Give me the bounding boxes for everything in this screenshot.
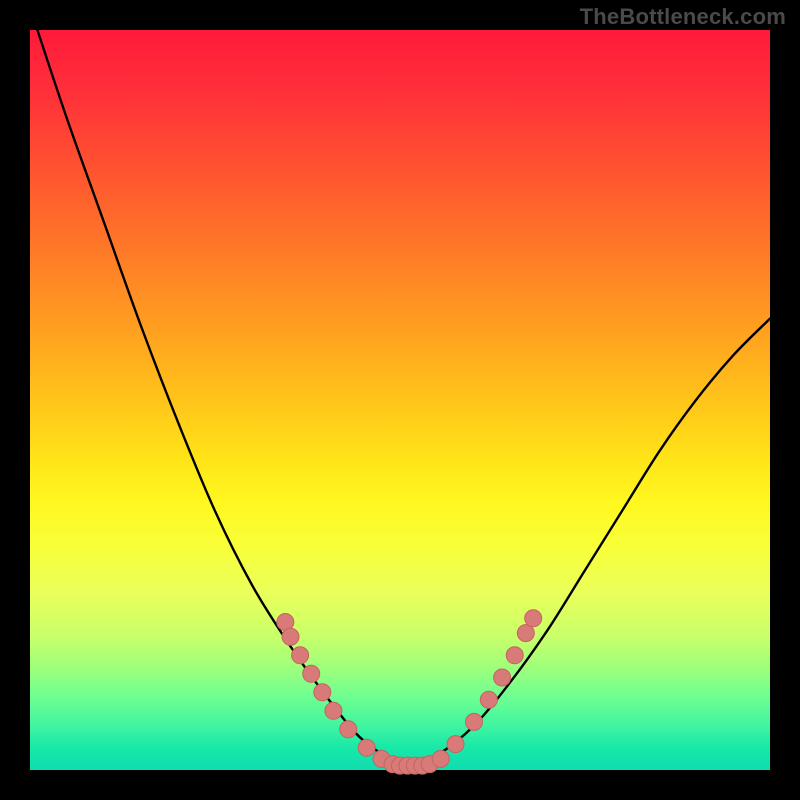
bottleneck-curve [37, 30, 770, 767]
coral-marker [340, 721, 357, 738]
coral-marker [303, 665, 320, 682]
coral-marker [358, 739, 375, 756]
chart-frame: TheBottleneck.com [0, 0, 800, 800]
curve-group [37, 30, 770, 767]
coral-marker [480, 691, 497, 708]
coral-marker [292, 647, 309, 664]
coral-marker [325, 702, 342, 719]
coral-marker [525, 610, 542, 627]
chart-svg [0, 0, 800, 800]
coral-marker [494, 669, 511, 686]
coral-marker [282, 628, 299, 645]
coral-marker [506, 647, 523, 664]
coral-marker [447, 736, 464, 753]
coral-marker [466, 713, 483, 730]
coral-marker [314, 684, 331, 701]
coral-marker [432, 750, 449, 767]
